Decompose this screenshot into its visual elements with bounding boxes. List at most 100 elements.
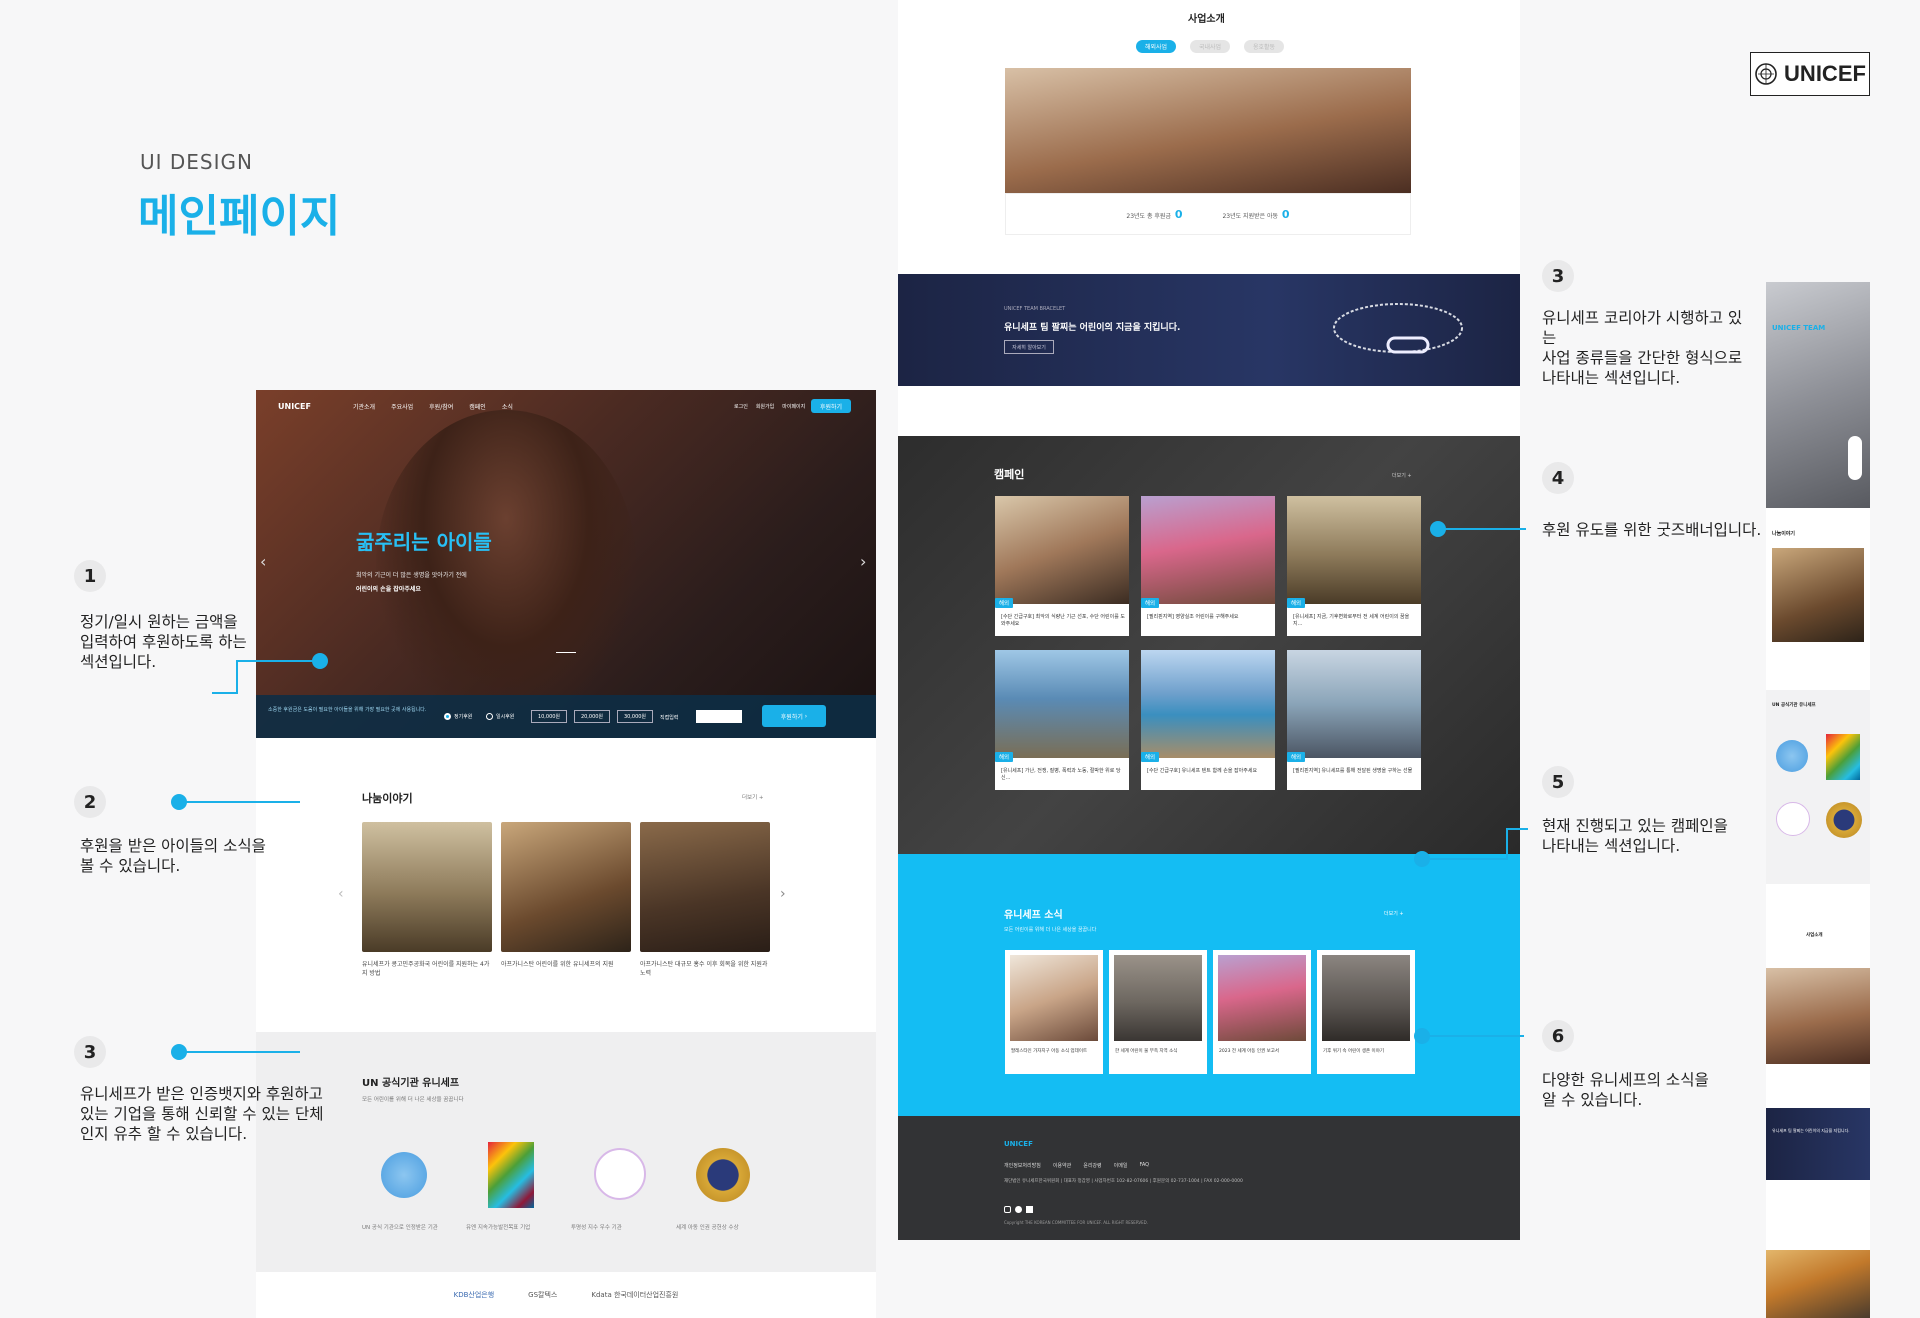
annotation-text: 정기/일시 원하는 금액을 입력하여 후원하도록 하는 섹션입니다. [80, 613, 247, 671]
mypage-link[interactable]: 마이페이지 [782, 403, 805, 410]
badge-caption: 세계 아동 인권 공헌상 수상 [676, 1225, 739, 1231]
regular-label: 정기후원 [454, 714, 473, 720]
stat-value: 0 [1174, 207, 1183, 221]
linkedin-icon[interactable] [1026, 1206, 1033, 1213]
transparency-badge-icon [594, 1148, 646, 1200]
hero-next-arrow[interactable]: › [860, 552, 866, 571]
nav-item-business[interactable]: 주요사업 [391, 402, 413, 411]
callout-line [212, 692, 238, 694]
callout-line [1428, 1035, 1524, 1037]
mobile-un-section: UN 공식기관 유니세프 [1766, 690, 1870, 884]
tab-domestic[interactable]: 국내사업 [1190, 40, 1230, 53]
news-card-text: 팔레스타인 가자지구 아동 소식 업데이트 [1011, 1049, 1088, 1054]
hero-prev-arrow[interactable]: ‹ [260, 552, 266, 571]
nav-item-about[interactable]: 기관소개 [353, 402, 375, 411]
footer-link[interactable]: 이용약관 [1053, 1162, 1071, 1169]
footer-link[interactable]: 개인정보처리방침 [1004, 1162, 1041, 1169]
annotation-text: 유니세프 코리아가 시행하고 있는 사업 종류들을 간단한 형식으로 나타내는 … [1542, 309, 1743, 387]
desktop-main-mock: UNICEF 기관소개 주요사업 후원/참여 캠페인 소식 로그인 회원가입 마… [256, 390, 876, 1318]
nav-item-news[interactable]: 소식 [502, 402, 513, 411]
mobile-medal-icon [1826, 802, 1862, 838]
callout-line [186, 1051, 300, 1053]
banner-button[interactable]: 자세히 알아보기 [1004, 340, 1054, 354]
footer-link[interactable]: FAQ [1139, 1162, 1149, 1169]
annotation-text: 유니세프가 받은 인증뱃지와 후원하고 있는 기업을 통해 신뢰할 수 있는 단… [80, 1085, 324, 1143]
donate-submit-button[interactable]: 후원하기 › [762, 705, 826, 727]
story-card-image[interactable] [362, 822, 492, 952]
nav-logo[interactable]: UNICEF [278, 402, 311, 411]
campaign-card-image [1287, 496, 1421, 604]
donate-regular-radio[interactable]: 정기후원 [444, 713, 472, 720]
news-more-link[interactable]: 더보기 + [1384, 910, 1404, 917]
story-card-image[interactable] [640, 822, 770, 952]
campaign-title: 캠페인 [994, 468, 1025, 481]
mobile-campaign-image [1766, 1250, 1870, 1318]
annotation-number: 4 [1542, 462, 1574, 494]
badge-caption: 유엔 지속가능발전목표 기업 [466, 1225, 531, 1231]
callout-line [236, 660, 320, 662]
story-more-link[interactable]: 더보기 + [742, 794, 764, 802]
news-card[interactable]: 한 세계 어린이 물 부족 지역 소식 [1109, 950, 1207, 1074]
story-card-image[interactable] [501, 822, 631, 952]
footer-link[interactable]: 이메일 [1114, 1162, 1128, 1169]
mobile-transparency-icon [1776, 802, 1810, 836]
tab-advocacy[interactable]: 옹호활동 [1244, 40, 1284, 53]
campaign-card[interactable]: 해외 [필리핀지역] 영양실조 어린이를 구해주세요 [1141, 496, 1275, 636]
nav-item-support[interactable]: 후원/참여 [429, 402, 453, 411]
campaign-tag: 해외 [1141, 598, 1160, 608]
campaign-card-text: [수단 긴급구호] 최악의 식량난 기근 선포, 수단 어린이를 도와주세요 [1001, 614, 1126, 627]
nav-donate-button[interactable]: 후원하기 [811, 399, 851, 413]
campaign-more-link[interactable]: 더보기 + [1392, 472, 1412, 479]
sdg-badge-icon [488, 1142, 534, 1208]
campaign-card[interactable]: 해외 [수단 긴급구호] 최악의 식량난 기근 선포, 수단 어린이를 도와주세요 [995, 496, 1129, 636]
footer: UNICEF 개인정보처리방침 이용약관 윤리강령 이메일 FAQ 재단법인 유… [898, 1116, 1520, 1240]
instagram-icon[interactable] [1004, 1206, 1011, 1213]
un-section-subtitle: 모든 어린이를 위해 더 나은 세상을 꿈꿉니다 [362, 1097, 464, 1103]
news-card-text: 한 세계 어린이 물 부족 지역 소식 [1115, 1049, 1178, 1054]
stat-label: 23년도 총 후원금 [1126, 212, 1171, 220]
chevron-right-icon: › [804, 712, 808, 720]
util-nav: 로그인 회원가입 마이페이지 [734, 403, 805, 410]
news-card[interactable]: 기후 위기 속 어린이 생존 이야기 [1317, 950, 1415, 1074]
badge-caption: 투명성 지수 우수 기관 [571, 1225, 622, 1231]
news-card[interactable]: 팔레스타인 가자지구 아동 소식 업데이트 [1005, 950, 1103, 1074]
campaign-card[interactable]: 해외 [수단 긴급구호] 유니세프 텐트 함께 손을 잡아주세요 [1141, 650, 1275, 790]
signup-link[interactable]: 회원가입 [756, 403, 774, 410]
story-prev-arrow[interactable]: ‹ [338, 886, 344, 902]
hero-pager[interactable] [556, 652, 576, 653]
section-subtitle: UI DESIGN [140, 150, 253, 174]
campaign-section: 캠페인 더보기 + 해외 [수단 긴급구호] 최악의 식량난 기근 선포, 수단 … [898, 436, 1520, 854]
news-section: 유니세프 소식 모든 어린이를 위해 더 나은 세상을 꿈꿉니다 더보기 + 팔… [898, 854, 1520, 1116]
campaign-card-text: [수단 긴급구호] 유니세프 텐트 함께 손을 잡아주세요 [1147, 768, 1258, 774]
un-section: UN 공식기관 유니세프 모든 어린이를 위해 더 나은 세상을 꿈꿉니다 UN… [256, 1032, 876, 1318]
campaign-card[interactable]: 해외 [유니세프] 가난, 전쟁, 질병, 폭력과 노동, 절박한 위로 당신..… [995, 650, 1129, 790]
youtube-icon[interactable] [1015, 1206, 1022, 1213]
footer-link[interactable]: 윤리강령 [1083, 1162, 1101, 1169]
custom-amount-input[interactable] [696, 710, 742, 723]
footer-copyright: Copyright THE KOREAN COMMITTEE FOR UNICE… [1004, 1220, 1149, 1225]
donate-once-radio[interactable]: 일시후원 [486, 713, 514, 720]
campaign-card[interactable]: 해외 [유니세프] 지금, 기후변화로부터 전 세계 어린이의 꿈을 지... [1287, 496, 1421, 636]
tab-overseas[interactable]: 해외사업 [1136, 40, 1176, 53]
annotation-number: 3 [1542, 260, 1574, 292]
campaign-tag: 해외 [1287, 598, 1306, 608]
amount-20000[interactable]: 20,000원 [574, 710, 610, 723]
news-title: 유니세프 소식 [1004, 910, 1063, 921]
partner-logo: KDB산업은행 [453, 1291, 495, 1299]
amount-30000[interactable]: 30,000원 [617, 710, 653, 723]
page-title: 메인페이지 [138, 191, 341, 242]
un-emblem-icon [381, 1152, 427, 1198]
news-subtitle: 모든 어린이를 위해 더 나은 세상을 꿈꿉니다 [1004, 927, 1097, 933]
mobile-story-image[interactable] [1772, 548, 1864, 642]
login-link[interactable]: 로그인 [734, 403, 748, 410]
story-card-caption: 유니세프가 콩고민주공화국 어린이를 지원하는 4가지 방법 [362, 961, 490, 977]
campaign-tag: 해외 [995, 752, 1014, 762]
campaign-card[interactable]: 해외 [필리핀지역] 유니세프를 통해 전달된 생명을 구하는 선물 [1287, 650, 1421, 790]
campaign-card-image [995, 496, 1129, 604]
campaign-card-text: [필리핀지역] 유니세프를 통해 전달된 생명을 구하는 선물 [1293, 768, 1413, 774]
story-next-arrow[interactable]: › [780, 886, 786, 902]
amount-10000[interactable]: 10,000원 [531, 710, 567, 723]
news-card[interactable]: 2023 전 세계 아동 인권 보고서 [1213, 950, 1311, 1074]
nav-item-campaign[interactable]: 캠페인 [469, 402, 486, 411]
footer-address: 재단법인 유니세프한국위원회 | 대표자 정갑영 | 사업자번호 102-82-… [1004, 1179, 1243, 1184]
